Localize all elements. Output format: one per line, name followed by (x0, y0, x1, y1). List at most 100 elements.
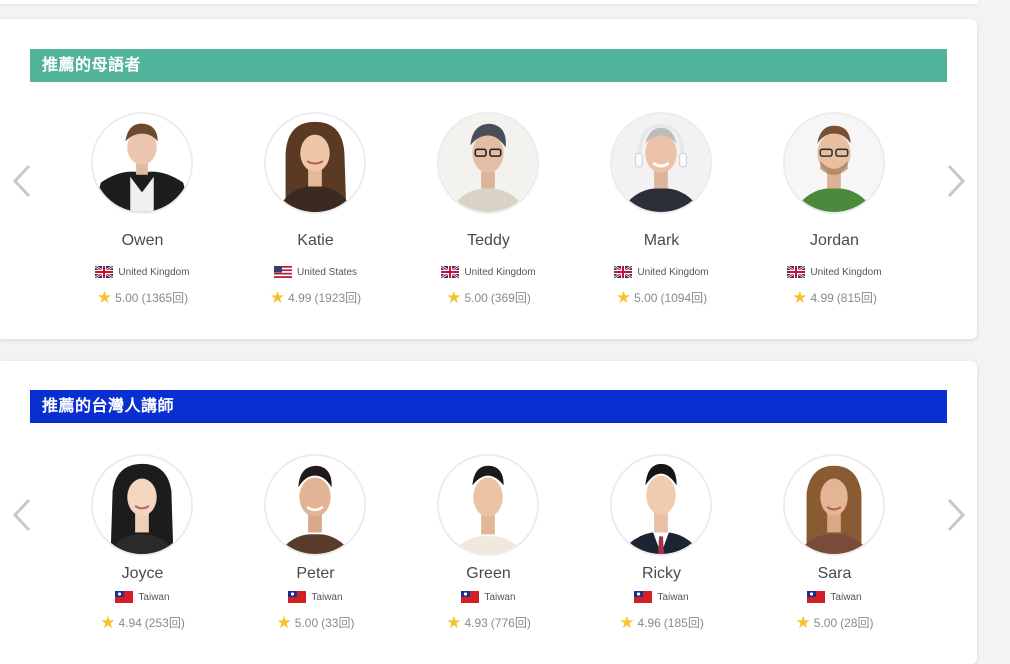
tutor-avatar[interactable] (437, 112, 539, 214)
tutor-country: United Kingdom (575, 266, 748, 278)
country-label: Taiwan (138, 591, 170, 603)
tutor-avatar[interactable] (783, 454, 885, 556)
tutor-name: Owen (121, 232, 164, 249)
rating-value: 5.00 (294, 615, 319, 630)
tutor-card[interactable]: Katie United States ★ 4.99 (1923回) (229, 19, 402, 319)
lesson-count: (33回) (321, 616, 355, 630)
taiwan-flag-icon (461, 591, 480, 603)
tutor-avatar[interactable] (783, 112, 885, 214)
country-label: United Kingdom (637, 266, 709, 278)
taiwan-flag-icon (288, 591, 307, 603)
tutor-avatar[interactable] (610, 454, 712, 556)
tutor-country: Taiwan (402, 591, 575, 603)
lesson-count: (1094回) (660, 291, 708, 305)
star-icon: ★ (96, 287, 113, 307)
rating-value: 4.99 (288, 290, 312, 305)
tutor-name: Sara (817, 565, 852, 582)
tutor-avatar[interactable] (264, 454, 366, 556)
tutor-country: Taiwan (229, 591, 402, 603)
tutor-card[interactable]: Ricky Taiwan ★ 4.96 (185回) (575, 361, 748, 641)
lesson-count: (369回) (490, 291, 531, 305)
tutor-card[interactable]: Owen United Kingdom ★ 5.00 (1365回) (56, 19, 229, 319)
carousel-next-button[interactable] (944, 161, 968, 201)
star-icon: ★ (446, 612, 462, 632)
chevron-left-icon (12, 498, 31, 532)
lesson-count: (815回) (836, 291, 877, 305)
country-label: Taiwan (311, 591, 343, 603)
tutor-country: Taiwan (748, 591, 921, 603)
rating-value: 5.00 (464, 290, 488, 305)
star-icon: ★ (269, 287, 286, 307)
rating-value: 5.00 (813, 615, 838, 630)
carousel-prev-button[interactable] (10, 161, 34, 201)
lesson-count: (185回) (663, 616, 704, 630)
previous-card-edge (0, 0, 978, 4)
tutor-card[interactable]: Mark United Kingdom ★ 5.00 (1094回) (575, 19, 748, 319)
tutor-country: Taiwan (56, 591, 229, 603)
tutor-card[interactable]: Joyce Taiwan ★ 4.94 (253回) (56, 361, 229, 641)
taiwan-flag-icon (115, 591, 134, 603)
chevron-right-icon (947, 498, 966, 532)
carousel-prev-button[interactable] (10, 495, 34, 535)
tutor-name: Katie (297, 232, 334, 249)
tutor-avatar[interactable] (91, 454, 193, 556)
country-label: United Kingdom (118, 266, 190, 278)
tutor-name: Peter (296, 565, 335, 582)
tutor-card[interactable]: Jordan United Kingdom ★ 4.99 (815回) (748, 19, 921, 319)
tutor-rating: ★ 4.93 (776回) (402, 614, 575, 631)
tutor-country: Taiwan (575, 591, 748, 603)
tutor-avatar[interactable] (264, 112, 366, 214)
lesson-count: (28回) (840, 616, 874, 630)
tutor-name: Ricky (641, 565, 682, 582)
tutor-country: United States (229, 266, 402, 278)
tutor-rating: ★ 4.99 (1923回) (229, 289, 402, 306)
lesson-count: (253回) (144, 616, 185, 630)
tutor-rating: ★ 5.00 (1094回) (575, 289, 748, 306)
tutor-avatar[interactable] (610, 112, 712, 214)
tutor-avatar[interactable] (437, 454, 539, 556)
rating-value: 4.94 (118, 615, 142, 630)
tutor-country: United Kingdom (748, 266, 921, 278)
tutor-rating: ★ 5.00 (28回) (748, 614, 921, 631)
chevron-right-icon (947, 164, 966, 198)
rating-value: 5.00 (634, 290, 658, 305)
country-label: United Kingdom (810, 266, 882, 278)
country-label: Taiwan (657, 591, 689, 603)
rating-value: 4.99 (810, 290, 834, 305)
tutor-rating: ★ 5.00 (33回) (229, 614, 402, 631)
uk-flag-icon (787, 266, 806, 278)
star-icon: ★ (446, 287, 462, 307)
star-icon: ★ (276, 612, 292, 632)
tutor-country: United Kingdom (402, 266, 575, 278)
tutor-card[interactable]: Sara Taiwan ★ 5.00 (28回) (748, 361, 921, 641)
tutor-rating: ★ 4.94 (253回) (56, 614, 229, 631)
tutor-card[interactable]: Peter Taiwan ★ 5.00 (33回) (229, 361, 402, 641)
country-label: Taiwan (484, 591, 516, 603)
country-label: United Kingdom (464, 266, 536, 278)
lesson-count: (776回) (490, 616, 531, 630)
taiwanese-teachers-card: 推薦的台灣人講師 Joyce Taiwan ★ 4.94 (253回) Pete… (0, 361, 977, 664)
country-label: Taiwan (830, 591, 862, 603)
rating-value: 5.00 (115, 290, 139, 305)
tutor-country: United Kingdom (56, 266, 229, 278)
tutor-card[interactable]: Teddy United Kingdom ★ 5.00 (369回) (402, 19, 575, 319)
country-label: United States (296, 266, 358, 278)
tutor-avatar[interactable] (91, 112, 193, 214)
lesson-count: (1365回) (141, 291, 189, 305)
star-icon: ★ (792, 287, 808, 307)
tutor-rating: ★ 4.96 (185回) (575, 614, 748, 631)
tutor-name: Green (466, 565, 511, 582)
rating-value: 4.93 (464, 615, 488, 630)
uk-flag-icon (95, 266, 114, 278)
tutor-rating: ★ 5.00 (1365回) (56, 289, 229, 306)
taiwan-flag-icon (807, 591, 826, 603)
tutor-name: Teddy (467, 232, 510, 249)
carousel-next-button[interactable] (944, 495, 968, 535)
star-icon: ★ (795, 612, 811, 632)
star-icon: ★ (100, 612, 116, 632)
tutor-card[interactable]: Green Taiwan ★ 4.93 (776回) (402, 361, 575, 641)
chevron-left-icon (12, 164, 31, 198)
tutor-name: Mark (643, 232, 680, 249)
taiwan-flag-icon (634, 591, 653, 603)
star-icon: ★ (615, 287, 632, 307)
